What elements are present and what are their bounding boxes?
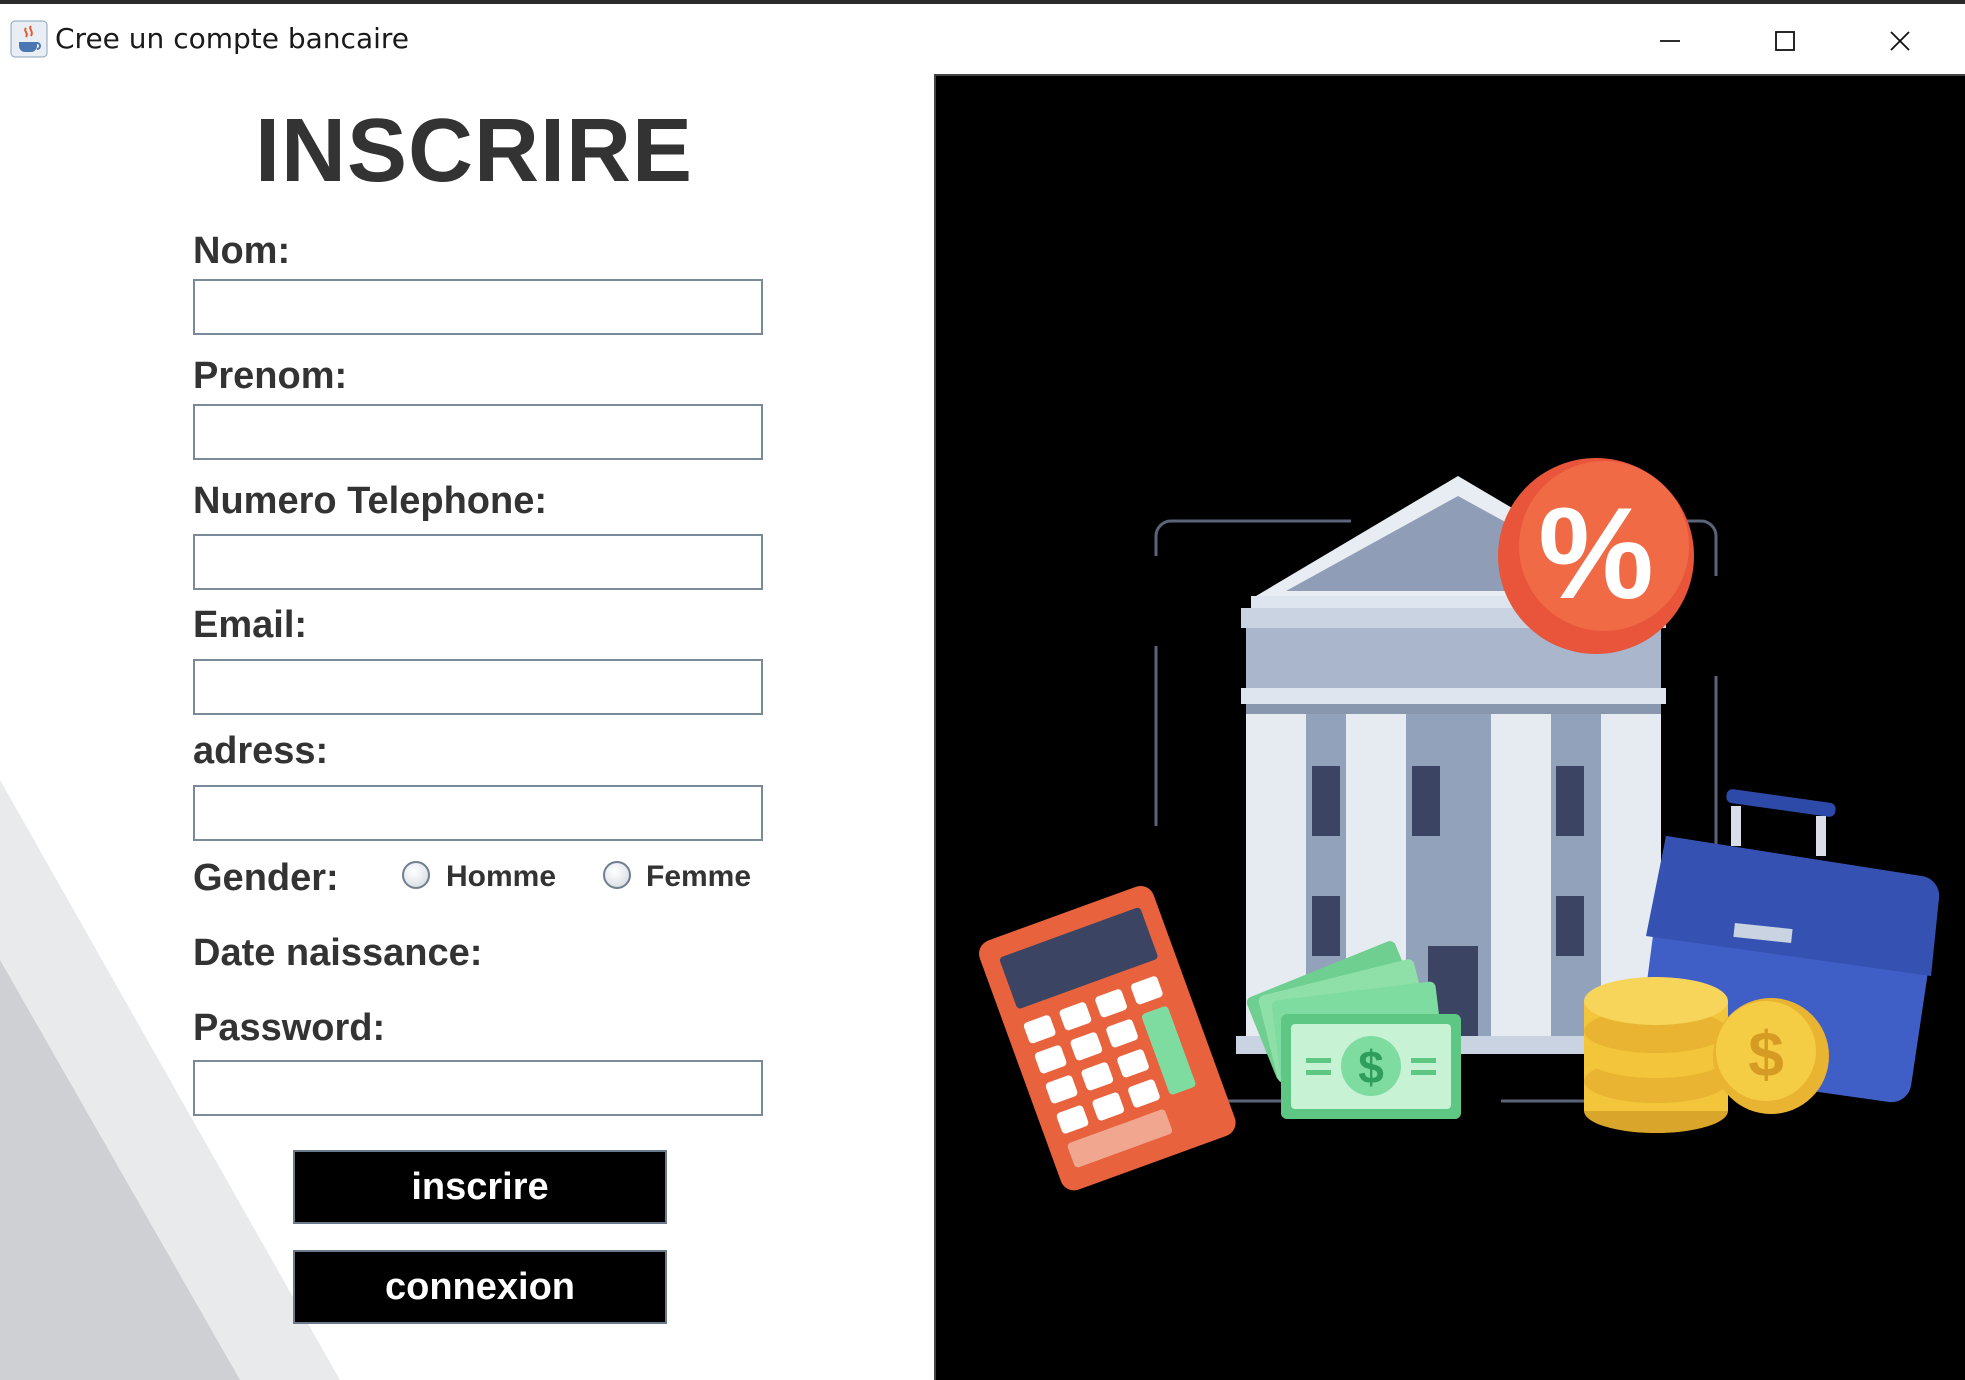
percent-badge-icon: % bbox=[1498, 458, 1694, 654]
nom-input[interactable] bbox=[193, 279, 763, 335]
prenom-label: Prenom: bbox=[193, 355, 348, 397]
minimize-icon bbox=[1660, 40, 1680, 42]
connexion-button[interactable]: connexion bbox=[293, 1250, 667, 1324]
illustration-panel: % $ $ bbox=[934, 74, 1965, 1380]
nom-label: Nom: bbox=[193, 230, 291, 272]
close-icon bbox=[1890, 31, 1910, 51]
telephone-label: Numero Telephone: bbox=[193, 480, 547, 522]
telephone-input[interactable] bbox=[193, 534, 763, 590]
prenom-input[interactable] bbox=[193, 404, 763, 460]
femme-radio[interactable] bbox=[603, 861, 631, 889]
page-title: INSCRIRE bbox=[255, 101, 694, 201]
maximize-button[interactable] bbox=[1730, 8, 1840, 74]
date-naissance-label: Date naissance: bbox=[193, 932, 483, 974]
inscrire-button[interactable]: inscrire bbox=[293, 1150, 667, 1224]
adress-input[interactable] bbox=[193, 785, 763, 841]
percent-symbol: % bbox=[1538, 480, 1654, 626]
minimize-button[interactable] bbox=[1615, 8, 1725, 74]
gender-label: Gender: bbox=[193, 857, 339, 899]
femme-radio-label[interactable]: Femme bbox=[646, 860, 751, 894]
application-window: Cree un compte bancaire INSCRIRE Nom: Pr… bbox=[0, 0, 1965, 1380]
maximize-icon bbox=[1775, 31, 1795, 51]
bank-illustration: % $ $ bbox=[979, 458, 1940, 1191]
cash-dollar-symbol: $ bbox=[1358, 1041, 1384, 1093]
homme-radio[interactable] bbox=[402, 861, 430, 889]
password-input[interactable] bbox=[193, 1060, 763, 1116]
password-label: Password: bbox=[193, 1007, 386, 1049]
email-input[interactable] bbox=[193, 659, 763, 715]
window-title: Cree un compte bancaire bbox=[55, 22, 410, 55]
homme-radio-label[interactable]: Homme bbox=[446, 860, 556, 894]
email-label: Email: bbox=[193, 604, 308, 646]
close-button[interactable] bbox=[1845, 8, 1955, 74]
coin-dollar-symbol: $ bbox=[1748, 1018, 1784, 1090]
title-bar: Cree un compte bancaire bbox=[0, 4, 1965, 76]
adress-label: adress: bbox=[193, 730, 329, 772]
calculator-icon bbox=[979, 885, 1236, 1191]
java-cup-icon bbox=[10, 20, 48, 58]
